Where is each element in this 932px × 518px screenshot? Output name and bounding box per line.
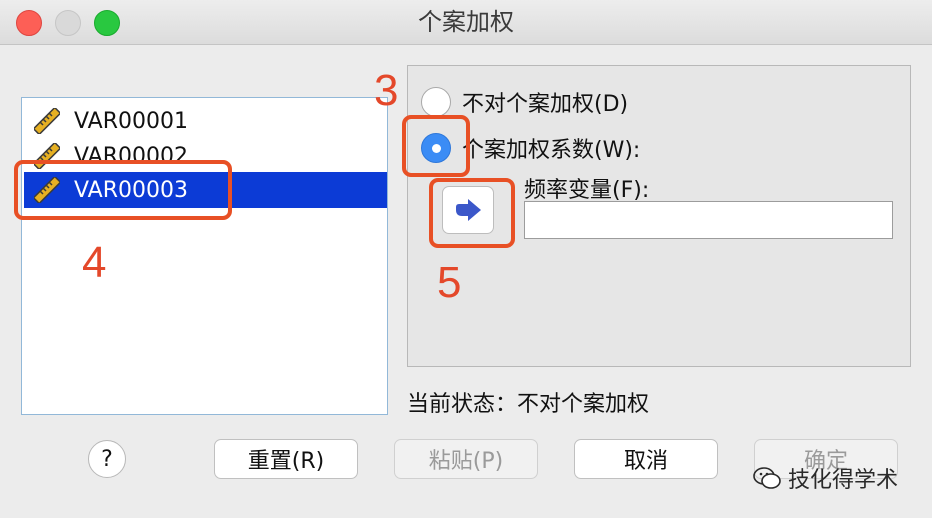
reset-button[interactable]: 重置(R): [214, 439, 358, 479]
watermark-text: 技化得学术: [788, 468, 899, 493]
watermark: 技化得学术: [752, 462, 898, 494]
annotation-number-4: 4: [82, 238, 107, 287]
help-button[interactable]: ?: [88, 440, 126, 478]
annotation-number-3: 3: [374, 66, 399, 115]
no-weight-radio[interactable]: [421, 87, 451, 117]
frequency-variable-field[interactable]: [524, 201, 893, 239]
title-bar: 个案加权: [0, 0, 932, 45]
annotation-number-5: 5: [437, 258, 462, 307]
ruler-icon: [34, 108, 60, 134]
frequency-variable-label: 频率变量(F):: [524, 178, 650, 203]
weight-by-label: 个案加权系数(W):: [462, 138, 641, 163]
variable-list[interactable]: VAR00001 VAR00002 VAR00003: [21, 97, 388, 415]
paste-button[interactable]: 粘贴(P): [394, 439, 538, 479]
variable-name: VAR00001: [74, 108, 188, 134]
list-item[interactable]: VAR00001: [24, 103, 387, 139]
annotation-box-3: [402, 115, 470, 177]
window-title: 个案加权: [418, 8, 514, 36]
status-value: 不对个案加权: [517, 392, 650, 417]
status-label: 当前状态：: [407, 392, 518, 417]
current-status: 当前状态：不对个案加权: [407, 386, 649, 418]
annotation-box-5: [429, 178, 515, 248]
chat-bubbles-icon: [753, 467, 781, 489]
no-weight-label: 不对个案加权(D): [462, 92, 629, 117]
annotation-box-4: [14, 160, 232, 220]
cancel-button[interactable]: 取消: [574, 439, 718, 479]
